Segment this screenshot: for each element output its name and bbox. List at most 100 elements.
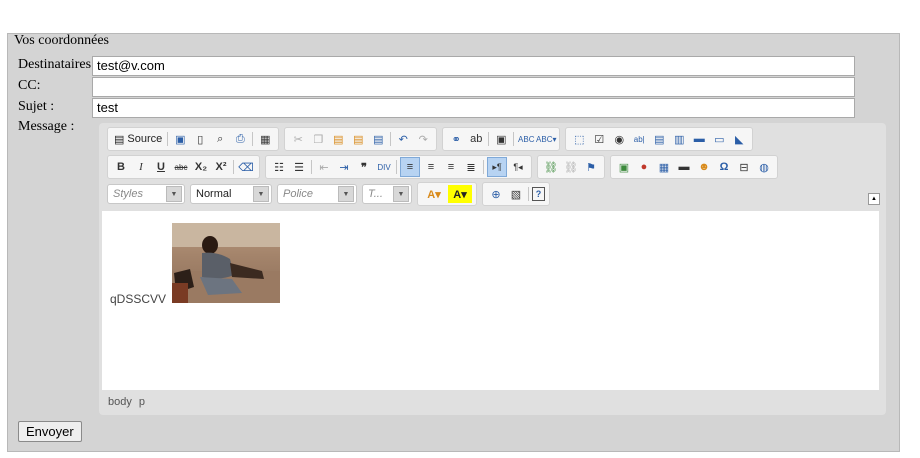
- new-page-icon[interactable]: ▯: [191, 130, 209, 148]
- redo-icon[interactable]: ↷: [414, 130, 432, 148]
- button-icon[interactable]: ▬: [690, 130, 708, 148]
- send-button[interactable]: Envoyer: [18, 421, 82, 442]
- source-icon: ▤: [114, 133, 125, 146]
- subject-label: Sujet :: [18, 99, 55, 114]
- separator: [483, 160, 484, 174]
- separator: [311, 160, 312, 174]
- paste-icon[interactable]: ▤: [329, 130, 347, 148]
- styles-combo[interactable]: Styles ▼: [107, 184, 185, 204]
- unlink-icon[interactable]: ⛓: [562, 158, 580, 176]
- bg-color-icon[interactable]: A▾: [448, 185, 472, 203]
- form-icon[interactable]: ⬚: [570, 130, 588, 148]
- align-left-icon[interactable]: ≡: [400, 157, 420, 177]
- subject-input[interactable]: test: [92, 98, 855, 118]
- separator: [488, 132, 490, 146]
- underline-button[interactable]: U: [152, 158, 170, 176]
- find-icon[interactable]: ⚭: [447, 130, 465, 148]
- photo-content: [172, 223, 280, 303]
- rtl-icon[interactable]: ¶◂: [509, 158, 527, 176]
- toolbar-row-3: Styles ▼ Normal ▼ Police ▼ T... ▼ A▾ A▾ …: [107, 182, 555, 206]
- anchor-icon[interactable]: ⚑: [582, 158, 600, 176]
- path-item-body[interactable]: body: [108, 396, 132, 408]
- smiley-icon[interactable]: ☻: [695, 158, 713, 176]
- outdent-icon[interactable]: ⇤: [315, 158, 333, 176]
- toolbar-row-2: B I U abc X₂ X² ⌫ ☷ ☰ ⇤ ⇥ ❞ DIV ≡ ≡ ≡ ≣ …: [107, 155, 783, 179]
- select-all-icon[interactable]: ▣: [492, 130, 510, 148]
- italic-button[interactable]: I: [132, 158, 150, 176]
- textarea-icon[interactable]: ▤: [650, 130, 668, 148]
- subscript-button[interactable]: X₂: [192, 158, 210, 176]
- paste-text-icon[interactable]: ▤: [349, 130, 367, 148]
- ltr-icon[interactable]: ▸¶: [487, 157, 507, 177]
- cc-label: CC:: [18, 78, 41, 93]
- create-div-icon[interactable]: DIV: [375, 158, 393, 176]
- content-text: qDSSCVV: [110, 292, 167, 306]
- print-icon[interactable]: ⎙: [231, 130, 249, 148]
- numbered-list-icon[interactable]: ☷: [270, 158, 288, 176]
- cc-input[interactable]: [92, 77, 855, 97]
- font-combo-label: Police: [283, 188, 313, 200]
- preview-icon[interactable]: ⌕: [211, 130, 229, 148]
- strike-button[interactable]: abc: [172, 158, 190, 176]
- rich-text-editor: ▤ Source ▣ ▯ ⌕ ⎙ ▦ ✂ ❐ ▤ ▤ ▤ ↶ ↷ ⚭ ab ▣: [99, 123, 886, 415]
- path-item-p[interactable]: p: [139, 396, 145, 408]
- replace-icon[interactable]: ab: [467, 130, 485, 148]
- save-icon[interactable]: ▣: [171, 130, 189, 148]
- colors-group: A▾ A▾: [417, 182, 477, 206]
- checkbox-icon[interactable]: ☑: [590, 130, 608, 148]
- separator: [233, 160, 234, 174]
- message-label: Message :: [18, 119, 75, 134]
- editing-group: ⚭ ab ▣ ABC ABC▾: [442, 127, 561, 151]
- dropdown-arrow-icon: ▼: [166, 186, 182, 202]
- superscript-button[interactable]: X²: [212, 158, 230, 176]
- dropdown-arrow-icon: ▼: [338, 186, 354, 202]
- link-icon[interactable]: ⛓: [542, 158, 560, 176]
- bulleted-list-icon[interactable]: ☰: [290, 158, 308, 176]
- iframe-icon[interactable]: ◍: [755, 158, 773, 176]
- bold-button[interactable]: B: [112, 158, 130, 176]
- spellcheck-icon[interactable]: ABC: [517, 130, 535, 148]
- paste-word-icon[interactable]: ▤: [369, 130, 387, 148]
- format-combo[interactable]: Normal ▼: [190, 184, 272, 204]
- horizontal-rule-icon[interactable]: ▬: [675, 158, 693, 176]
- radio-icon[interactable]: ◉: [610, 130, 628, 148]
- blockquote-icon[interactable]: ❞: [355, 158, 373, 176]
- flash-icon[interactable]: ●: [635, 158, 653, 176]
- separator: [252, 132, 254, 146]
- document-group: ▤ Source ▣ ▯ ⌕ ⎙ ▦: [107, 127, 280, 151]
- show-blocks-icon[interactable]: ▧: [507, 185, 525, 203]
- tools-group: ⊕ ▧ ?: [482, 182, 550, 206]
- to-input[interactable]: test@v.com: [92, 56, 855, 76]
- hiddenfield-icon[interactable]: ◣: [730, 130, 748, 148]
- about-icon[interactable]: ?: [532, 187, 545, 201]
- inserted-photo[interactable]: [172, 223, 280, 303]
- imagebutton-icon[interactable]: ▭: [710, 130, 728, 148]
- special-char-icon[interactable]: Ω: [715, 158, 733, 176]
- toolbar-row-1: ▤ Source ▣ ▯ ⌕ ⎙ ▦ ✂ ❐ ▤ ▤ ▤ ↶ ↷ ⚭ ab ▣: [107, 127, 758, 151]
- justify-icon[interactable]: ≣: [462, 158, 480, 176]
- page-break-icon[interactable]: ⊟: [735, 158, 753, 176]
- templates-icon[interactable]: ▦: [256, 130, 274, 148]
- cut-icon[interactable]: ✂: [289, 130, 307, 148]
- image-icon[interactable]: ▣: [615, 158, 633, 176]
- editor-content-area[interactable]: qDSSCVV: [102, 211, 879, 390]
- align-center-icon[interactable]: ≡: [422, 158, 440, 176]
- textfield-icon[interactable]: ab|: [630, 130, 648, 148]
- format-combo-label: Normal: [196, 188, 232, 200]
- collapse-toolbar-button[interactable]: ▲: [868, 193, 880, 205]
- indent-icon[interactable]: ⇥: [335, 158, 353, 176]
- maximize-icon[interactable]: ⊕: [487, 185, 505, 203]
- select-icon[interactable]: ▥: [670, 130, 688, 148]
- align-right-icon[interactable]: ≡: [442, 158, 460, 176]
- source-button[interactable]: ▤ Source: [111, 133, 165, 146]
- font-combo[interactable]: Police ▼: [277, 184, 357, 204]
- text-color-icon[interactable]: A▾: [422, 185, 446, 203]
- remove-format-icon[interactable]: ⌫: [237, 158, 255, 176]
- undo-icon[interactable]: ↶: [394, 130, 412, 148]
- separator: [528, 187, 529, 201]
- size-combo[interactable]: T... ▼: [362, 184, 412, 204]
- scayt-icon[interactable]: ABC▾: [536, 130, 556, 148]
- copy-icon[interactable]: ❐: [309, 130, 327, 148]
- table-icon[interactable]: ▦: [655, 158, 673, 176]
- separator: [390, 132, 392, 146]
